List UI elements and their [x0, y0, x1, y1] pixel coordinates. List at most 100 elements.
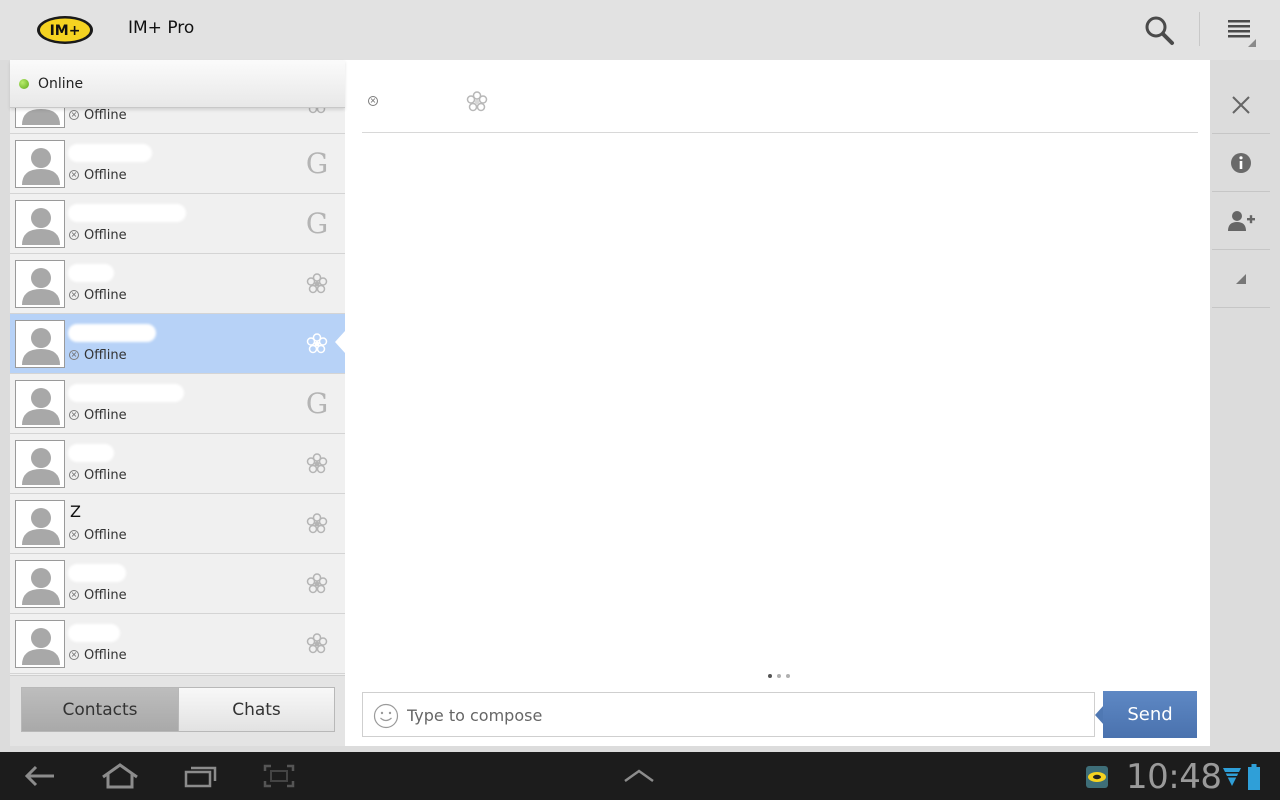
overflow-menu-button[interactable]	[1218, 12, 1262, 50]
offline-status-icon: ×	[69, 170, 79, 180]
icq-flower-icon	[306, 453, 328, 474]
avatar	[15, 320, 65, 368]
screenshot-icon	[263, 764, 295, 788]
avatar-icon	[22, 148, 60, 185]
offline-status-icon: ×	[69, 230, 79, 240]
contact-status-label: Offline	[84, 348, 127, 363]
contact-status-label: Offline	[84, 108, 127, 123]
service-indicator	[304, 569, 330, 599]
close-icon	[1232, 95, 1250, 114]
avatar	[15, 560, 65, 608]
offline-status-icon: ×	[69, 110, 79, 120]
avatar	[15, 500, 65, 548]
offline-status-icon: ×	[69, 590, 79, 600]
offline-status-icon: ×	[69, 410, 79, 420]
tab-contacts[interactable]: Contacts	[21, 687, 178, 732]
contact-row[interactable]: × Offline G	[10, 134, 345, 194]
contact-status-label: Offline	[84, 168, 127, 183]
page-dot[interactable]	[768, 674, 772, 678]
battery-icon	[1248, 764, 1260, 790]
contact-status-label: Offline	[84, 588, 127, 603]
contact-row[interactable]: × Offline	[10, 254, 345, 314]
more-actions-button[interactable]	[1212, 250, 1270, 308]
redacted-contact-name	[68, 384, 184, 402]
service-indicator: G	[304, 209, 330, 239]
add-contact-button[interactable]	[1212, 192, 1270, 250]
avatar	[15, 108, 65, 128]
contacts-panel: Online × Offline × Offline G × Offline G × Offlin…	[10, 60, 345, 746]
recent-apps-button[interactable]	[176, 760, 226, 792]
contact-status-label: Offline	[84, 648, 127, 663]
contact-row[interactable]: × Offline	[10, 614, 345, 674]
presence-status-bar[interactable]: Online	[10, 60, 345, 108]
avatar	[15, 380, 65, 428]
chat-actions-column	[1212, 76, 1270, 308]
avatar	[15, 620, 65, 668]
compose-box[interactable]	[362, 692, 1095, 737]
contact-status-label: Offline	[84, 228, 127, 243]
contact-name: Z	[70, 502, 81, 521]
chat-contact-name	[388, 92, 448, 108]
chat-panel: × Send	[345, 60, 1210, 746]
contact-status-label: Offline	[84, 288, 127, 303]
panel-tabs: Contacts Chats	[10, 675, 345, 746]
show-more-button[interactable]	[614, 760, 664, 792]
icq-flower-icon	[466, 91, 488, 112]
service-indicator	[304, 629, 330, 659]
presence-status-label: Online	[38, 75, 84, 92]
contact-list[interactable]: × Offline × Offline G × Offline G × Offline × Offli…	[10, 108, 345, 675]
contact-status-label: Offline	[84, 468, 127, 483]
send-button[interactable]: Send	[1103, 691, 1197, 738]
back-button[interactable]	[15, 760, 65, 792]
contact-info-button[interactable]	[1212, 134, 1270, 192]
redacted-contact-name	[68, 144, 152, 162]
offline-status-icon: ×	[69, 650, 79, 660]
recent-apps-icon	[184, 766, 217, 788]
contact-row[interactable]: × Offline	[10, 554, 345, 614]
page-dot[interactable]	[786, 674, 790, 678]
avatar-icon	[22, 208, 60, 245]
page-dot[interactable]	[777, 674, 781, 678]
contact-status-label: Offline	[84, 528, 127, 543]
screenshot-button[interactable]	[254, 760, 304, 792]
service-indicator: G	[304, 389, 330, 419]
page-indicator[interactable]	[768, 674, 790, 678]
contact-row[interactable]: × Offline G	[10, 194, 345, 254]
home-icon	[102, 763, 138, 789]
avatar	[15, 440, 65, 488]
info-icon	[1231, 152, 1251, 173]
app-title: IM+ Pro	[128, 18, 195, 38]
icq-flower-icon	[306, 573, 328, 594]
contact-row[interactable]: × Offline	[10, 434, 345, 494]
redacted-contact-name	[68, 204, 186, 222]
avatar	[15, 200, 65, 248]
redacted-contact-name	[68, 564, 126, 582]
im-notification-icon[interactable]	[1085, 765, 1109, 789]
smiley-icon[interactable]	[373, 703, 399, 729]
close-chat-button[interactable]	[1212, 76, 1270, 134]
contact-row[interactable]: × Offline	[10, 314, 345, 374]
service-indicator	[304, 329, 330, 359]
avatar-icon	[22, 448, 60, 485]
logo-text: IM+	[50, 23, 81, 39]
redacted-contact-name	[68, 444, 114, 462]
contact-row[interactable]: × Offline	[10, 108, 345, 134]
search-button[interactable]	[1138, 10, 1180, 50]
contact-row[interactable]: Z × Offline	[10, 494, 345, 554]
app-logo[interactable]: IM+	[36, 13, 94, 47]
avatar-icon	[22, 388, 60, 425]
compose-input[interactable]	[407, 701, 1077, 729]
expand-corner-icon	[1236, 273, 1246, 284]
offline-status-icon: ×	[69, 530, 79, 540]
service-indicator: G	[304, 149, 330, 179]
avatar-icon	[22, 628, 60, 665]
contact-row[interactable]: × Offline G	[10, 374, 345, 434]
system-clock[interactable]: 10:48	[1126, 757, 1222, 797]
back-icon	[24, 765, 54, 787]
system-bar: 10:48	[0, 752, 1280, 800]
offline-status-icon: ×	[69, 290, 79, 300]
tab-chats[interactable]: Chats	[178, 687, 335, 732]
icq-flower-icon	[306, 333, 328, 354]
redacted-contact-name	[68, 324, 156, 342]
home-button[interactable]	[95, 760, 145, 792]
